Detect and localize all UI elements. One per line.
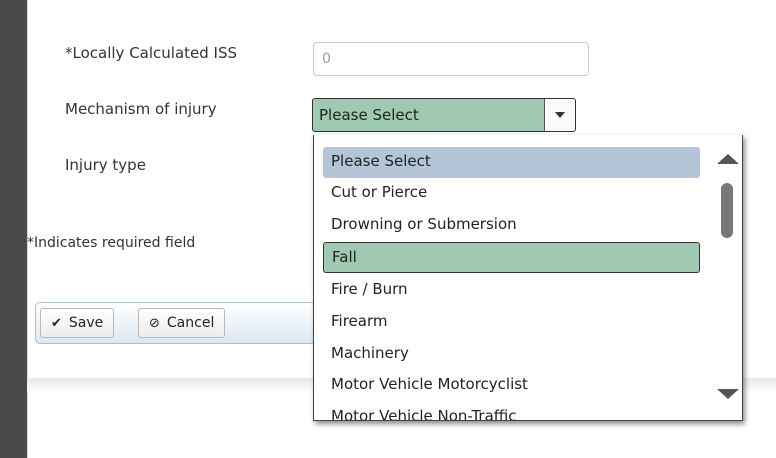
injury-type-label: Injury type xyxy=(65,156,146,174)
option-firearm[interactable]: Firearm xyxy=(323,307,700,338)
mechanism-select-value: Please Select xyxy=(319,106,419,124)
dropdown-toggle-button[interactable] xyxy=(544,99,575,131)
scroll-down-arrow-icon[interactable] xyxy=(717,389,739,399)
mechanism-label: Mechanism of injury xyxy=(65,100,217,118)
option-please-select[interactable]: Please Select xyxy=(323,147,700,178)
mechanism-select[interactable]: Please Select xyxy=(312,98,576,132)
checkmark-icon: ✔ xyxy=(51,315,62,331)
mechanism-dropdown-list[interactable]: Please Select Cut or Pierce Drowning or … xyxy=(313,135,743,421)
form-toolbar: ✔ Save ⊘ Cancel xyxy=(35,302,318,344)
cancel-icon: ⊘ xyxy=(149,315,160,331)
required-note: *Indicates required field xyxy=(27,235,196,251)
save-button[interactable]: ✔ Save xyxy=(40,308,115,338)
scroll-up-arrow-icon[interactable] xyxy=(717,154,739,164)
option-fall[interactable]: Fall xyxy=(323,242,700,273)
option-cut-or-pierce[interactable]: Cut or Pierce xyxy=(323,178,700,209)
option-machinery[interactable]: Machinery xyxy=(323,339,700,370)
scrollbar-thumb[interactable] xyxy=(721,183,733,238)
option-drowning-or-submersion[interactable]: Drowning or Submersion xyxy=(323,210,700,241)
cancel-label: Cancel xyxy=(166,315,215,331)
iss-input[interactable]: 0 xyxy=(313,42,589,76)
option-motor-vehicle-motorcyclist[interactable]: Motor Vehicle Motorcyclist xyxy=(323,370,700,401)
caret-down-icon xyxy=(555,112,565,118)
cancel-button[interactable]: ⊘ Cancel xyxy=(138,308,226,338)
option-fire-burn[interactable]: Fire / Burn xyxy=(323,275,700,306)
save-label: Save xyxy=(68,315,104,331)
option-motor-vehicle-non-traffic[interactable]: Motor Vehicle Non-Traffic xyxy=(323,402,700,420)
dropdown-scrollbar[interactable] xyxy=(712,135,742,420)
iss-label: *Locally Calculated ISS xyxy=(65,44,238,62)
